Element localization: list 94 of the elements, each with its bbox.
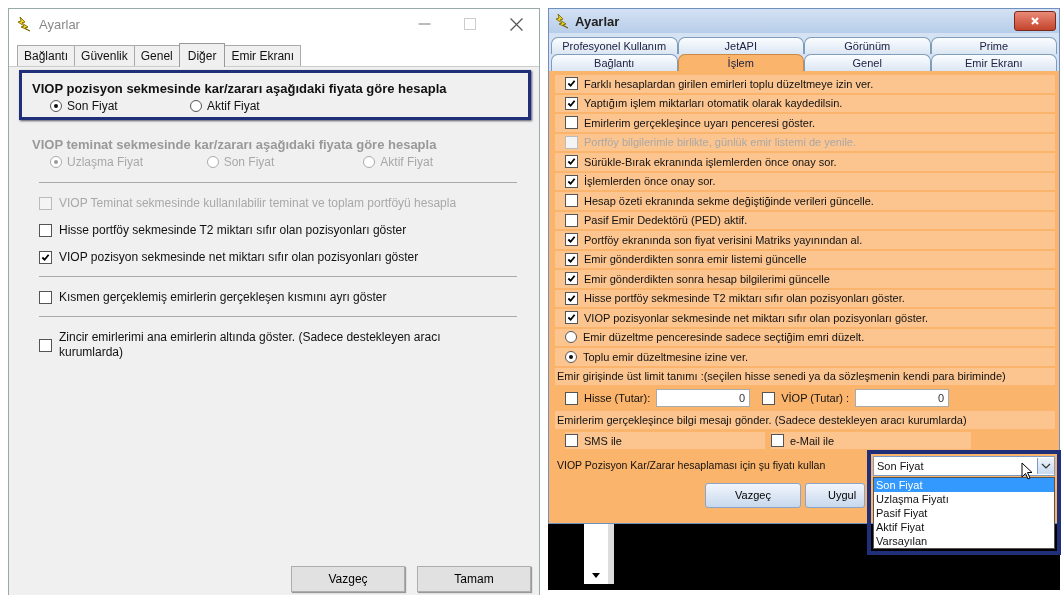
close-button[interactable] [1014,11,1056,31]
radio-label: Son Fiyat [67,99,118,113]
dropdown-option[interactable]: Uzlaşma Fiyatı [874,491,1054,506]
tab[interactable]: Görünüm [804,37,931,54]
amount-field[interactable]: 0 [855,389,950,407]
checkbox-label: SMS ile [584,434,622,447]
checkbox[interactable] [565,252,578,266]
checkbox[interactable] [565,155,578,169]
section-label: Emirlerim gerçekleşince bilgi mesajı gönder. (Sadece destekleyen aracı kurumlarda) [557,413,967,426]
dialog-button[interactable]: Vazgeç [291,566,405,592]
tab[interactable]: Prime [930,37,1057,54]
tab[interactable]: Profesyonel Kullanım [551,37,678,54]
radio-label: Son Fiyat [223,155,275,169]
tab[interactable]: Genel [133,45,180,66]
checkbox-label: Portföy ekranında son fiyat verisini Matriks yayınından al. [584,233,863,246]
tab[interactable]: İşlem [677,54,804,71]
checkbox-label: Pasif Emir Dedektörü (PED) aktif. [584,214,748,227]
checkbox[interactable] [39,291,52,304]
amount-field[interactable]: 0 [656,389,751,407]
checkbox[interactable] [762,391,776,405]
checkbox[interactable] [565,391,578,405]
dialog-button[interactable]: Tamam [417,566,531,592]
checkbox-label: Farklı hesaplardan girilen emirleri toplu düzeltmeye izin ver. [584,77,874,90]
checkbox[interactable] [565,194,578,208]
group-heading: VIOP pozisyon sekmesinde kar/zararı aşağıdaki fiyata göre hesapla [32,80,448,98]
tab[interactable]: Diğer [178,43,226,67]
tab[interactable]: JetAPI [677,37,804,54]
section-label: Emir girişinde üst limit tanımı :(seçilen hisse senedi ya da sözleşmenin kendi para biriminde) [557,370,1006,383]
checkbox[interactable] [565,233,578,247]
checkbox-label: Yaptığım işlem miktarları otomatik olarak kaydedilsin. [584,97,843,110]
checkbox[interactable] [565,272,578,286]
checkbox[interactable] [565,213,578,227]
tab[interactable]: Güvenlik [74,45,135,66]
radio-button[interactable] [50,100,62,112]
field-label: VIOP Pozisyon Kar/Zarar hesaplaması için şu fiyatı kullan [557,458,826,471]
dropdown-option[interactable]: Aktif Fiyat [874,519,1054,534]
dialog-button[interactable]: Uygul [805,482,865,508]
checkbox-label: İşlemlerden önce onay sor. [584,175,716,188]
dropdown-button[interactable] [1037,457,1054,474]
checkbox-label: Sürükle-Bırak ekranında işlemlerden önce onay sor. [584,155,837,168]
checkbox-label: Kısmen gerçeklemiş emirlerin gerçekleşen kısmını ayrı göster [59,290,387,305]
field-label: VİOP (Tutar) : [781,392,850,404]
radio-label: Uzlaşma Fiyat [67,155,143,169]
price-select[interactable]: Son Fiyat [873,455,1055,476]
dropdown-option[interactable]: Varsayılan [874,533,1054,548]
tab[interactable]: Bağlantı [17,45,76,66]
checkbox-label: e-Mail ile [790,434,834,447]
checkbox-label: Hesap özeti ekranında sekme değiştiğinde verileri güncelle. [584,194,874,207]
lightning-icon [555,13,569,29]
tab[interactable]: Emir Ekranı [930,54,1057,71]
checkbox[interactable] [565,96,578,110]
radio-label: Toplu emir düzeltmesine izine ver. [583,350,749,363]
lightning-icon [17,16,31,32]
close-icon [509,17,523,31]
checkbox[interactable] [565,116,578,130]
radio-label: Emir düzeltme penceresinde sadece seçtiğim emri düzelt. [583,331,865,344]
checkbox-label: VIOP pozisyon sekmesinde net miktarı sıfır olan pozisyonları göster [59,250,419,265]
checkbox-label: Hisse portföy sekmesinde T2 miktarı sıfır olan pozisyonları göster. [584,292,905,305]
dropdown-option[interactable]: Pasif Fiyat [874,505,1054,520]
checkbox-label: Emirlerim gerçekleşince uyarı penceresi göster. [584,116,816,129]
checkbox-label: VIOP Teminat sekmesinde kullanılabilir teminat ve toplam portföyü hesapla [59,196,457,211]
tab[interactable]: Emir Ekranı [224,45,302,66]
checkbox[interactable] [565,77,578,91]
checkbox-label: Emir gönderdikten sonra hesap bilgilerimi güncelle [584,272,830,285]
maximize-icon [464,18,476,30]
radio-label: Aktif Fiyat [380,155,434,169]
checkbox[interactable] [39,251,52,264]
window-title: Ayarlar [39,16,80,32]
checkbox-label: Zincir emirlerimi ana emirlerin altında göster. (Sadece destekleyen aracı kurumlarda) [59,330,442,360]
window-title: Ayarlar [575,13,620,29]
checkbox[interactable] [565,291,578,305]
tab[interactable]: Bağlantı [551,54,678,71]
checkbox-label: Hisse portföy sekmesinde T2 miktarı sıfır olan pozisyonları göster [59,223,407,238]
checkbox-label: Portföy bilgilerimle birlikte, günlük emir listemi de yenile. [584,136,857,149]
checkbox-label: VIOP pozisyonlar sekmesinde net miktarı sıfır olan pozisyonları göster. [584,311,928,324]
radio-button[interactable] [565,331,577,344]
checkbox[interactable] [565,311,578,325]
checkbox[interactable] [39,224,52,237]
chevron-down-icon [1041,462,1051,469]
group-heading: VIOP teminat sekmesinde kar/zararı aşağıdaki fiyata göre hesapla [32,136,438,154]
close-icon [1030,16,1040,26]
down-arrow-icon [592,573,600,578]
field-label: Hisse (Tutar): [584,392,651,404]
radio-button[interactable] [190,100,202,112]
radio-button[interactable] [565,350,577,363]
checkbox[interactable] [565,174,578,188]
checkbox[interactable] [771,434,784,447]
checkbox[interactable] [39,338,52,352]
minimize-icon [417,23,431,25]
dialog-button[interactable]: Vazgeç [705,482,801,508]
radio-label: Aktif Fiyat [207,99,260,113]
tab[interactable]: Genel [804,54,931,71]
checkbox[interactable] [565,434,578,447]
checkbox-label: Emir gönderdikten sonra emir listemi güncelle [584,253,807,266]
